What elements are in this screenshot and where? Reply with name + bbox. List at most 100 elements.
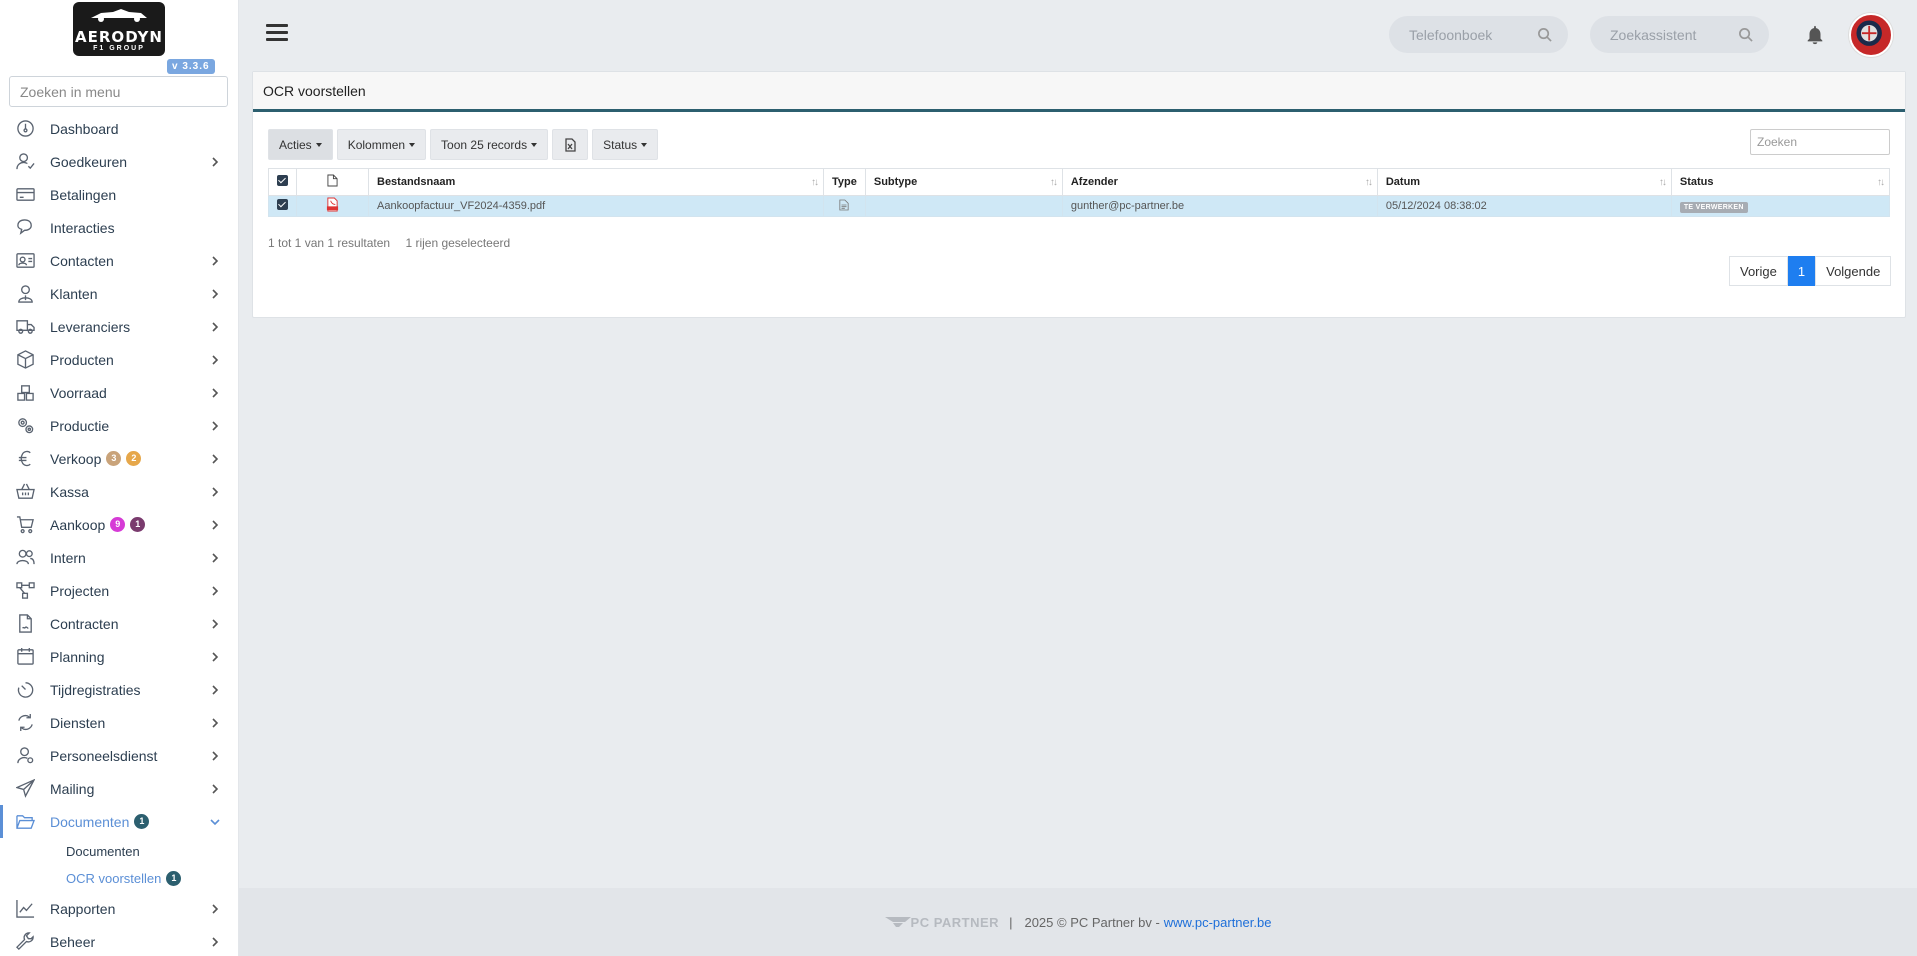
cart-icon	[15, 515, 35, 535]
columns-button[interactable]: Kolommen	[336, 129, 427, 160]
sidebar-subitem-ocr-voorstellen[interactable]: OCR voorstellen 1	[0, 865, 238, 892]
euro-icon	[15, 449, 35, 469]
logo-sub: F1 GROUP	[93, 45, 145, 52]
row-checkbox[interactable]	[277, 199, 288, 210]
sidebar-item-voorraad[interactable]: Voorraad	[0, 376, 238, 409]
phonebook-search[interactable]: Telefoonboek	[1389, 16, 1568, 53]
verkoop-badge-1: 3	[106, 451, 122, 466]
export-excel-button[interactable]	[552, 129, 589, 160]
sidebar-item-tijdregistraties[interactable]: Tijdregistraties	[0, 673, 238, 706]
sidebar-item-productie[interactable]: Productie	[0, 409, 238, 442]
chevron-right-icon	[209, 386, 221, 398]
sidebar-item-label: Kassa	[50, 483, 89, 500]
chevron-right-icon	[209, 584, 221, 596]
footer-separator: |	[1009, 914, 1013, 930]
sidebar-item-personeelsdienst[interactable]: Personeelsdienst	[0, 739, 238, 772]
assistant-search-placeholder: Zoekassistent	[1610, 26, 1697, 43]
footer-link[interactable]: www.pc-partner.be	[1164, 915, 1272, 930]
actions-button[interactable]: Acties	[268, 129, 333, 160]
col-type: Type	[823, 168, 866, 196]
col-afzender[interactable]: Afzender ↑↓	[1061, 168, 1378, 196]
sidebar-item-label: Productie	[50, 417, 110, 434]
sidebar-item-contracten[interactable]: Contracten	[0, 607, 238, 640]
menu-search-input[interactable]	[9, 76, 228, 107]
paper-plane-icon	[15, 779, 35, 799]
select-all-checkbox[interactable]	[277, 175, 288, 186]
next-page-button[interactable]: Volgende	[1815, 256, 1892, 286]
menu-toggle-icon[interactable]	[266, 24, 288, 44]
sidebar-item-betalingen[interactable]: Betalingen	[0, 178, 238, 211]
sidebar-item-projecten[interactable]: Projecten	[0, 574, 238, 607]
sidebar-item-beheer[interactable]: Beheer	[0, 925, 238, 956]
race-car-logo-icon	[91, 9, 147, 22]
prev-page-button[interactable]: Vorige	[1729, 256, 1788, 286]
assistant-search[interactable]: Zoekassistent	[1590, 16, 1769, 53]
sidebar-item-leveranciers[interactable]: Leveranciers	[0, 310, 238, 343]
sidebar-item-interacties[interactable]: Interacties	[0, 211, 238, 244]
sidebar-item-planning[interactable]: Planning	[0, 640, 238, 673]
row-sender: gunther@pc-partner.be	[1061, 195, 1378, 217]
sidebar-item-aankoop[interactable]: Aankoop 9 1	[0, 508, 238, 541]
users-icon	[15, 548, 35, 568]
status-filter-label: Status	[603, 137, 638, 152]
col-label: Afzender	[1070, 176, 1118, 188]
col-subtype[interactable]: Subtype ↑↓	[864, 168, 1063, 196]
show-records-button[interactable]: Toon 25 records	[430, 129, 549, 160]
sidebar-item-label: Rapporten	[50, 900, 116, 917]
sidebar-item-label: Diensten	[50, 714, 106, 731]
row-filetype-cell	[296, 195, 369, 217]
col-label: Bestandsnaam	[377, 176, 456, 188]
dashboard-icon	[15, 119, 35, 139]
bell-icon[interactable]	[1804, 24, 1826, 46]
sort-icon: ↑↓	[1877, 177, 1885, 188]
sidebar-item-label: Personeelsdienst	[50, 747, 158, 764]
col-bestandsnaam[interactable]: Bestandsnaam ↑↓	[368, 168, 824, 196]
actions-label: Acties	[279, 137, 312, 152]
sidebar-item-producten[interactable]: Producten	[0, 343, 238, 376]
row-filename[interactable]: Aankoopfactuur_VF2024-4359.pdf	[368, 195, 824, 217]
sidebar-item-diensten[interactable]: Diensten	[0, 706, 238, 739]
sidebar: AERODYN F1 GROUP v 3.3.6 Dashboard Goedk…	[0, 0, 239, 956]
chevron-right-icon	[209, 650, 221, 662]
avatar-emblem-icon	[1851, 15, 1887, 51]
aerodyn-logo[interactable]: AERODYN F1 GROUP	[73, 2, 165, 56]
sidebar-item-label: Contracten	[50, 615, 119, 632]
table-row[interactable]: Aankoopfactuur_VF2024-4359.pdf gunther@p…	[268, 195, 1891, 217]
truck-icon	[15, 317, 35, 337]
caret-down-icon	[409, 142, 416, 147]
sidebar-item-documenten[interactable]: Documenten 1	[0, 805, 238, 838]
sidebar-item-klanten[interactable]: Klanten	[0, 277, 238, 310]
chevron-down-icon	[209, 815, 221, 827]
document-icon	[839, 199, 850, 210]
chevron-right-icon	[209, 782, 221, 794]
user-check-icon	[15, 152, 35, 172]
sidebar-item-mailing[interactable]: Mailing	[0, 772, 238, 805]
page-1-button[interactable]: 1	[1787, 256, 1816, 286]
ocr-badge: 1	[166, 871, 182, 886]
sidebar-item-label: Leveranciers	[50, 318, 131, 335]
sidebar-item-intern[interactable]: Intern	[0, 541, 238, 574]
sidebar-item-label: Planning	[50, 648, 105, 665]
table-toolbar: Acties Kolommen Toon 25 records Status	[268, 129, 662, 160]
sidebar-subitem-documenten[interactable]: Documenten	[0, 838, 238, 865]
sidebar-item-label: Tijdregistraties	[50, 681, 141, 698]
col-label: Type	[832, 176, 857, 188]
card-title: OCR voorstellen	[253, 72, 1905, 112]
avatar[interactable]	[1849, 13, 1893, 57]
status-filter-button[interactable]: Status	[592, 129, 659, 160]
sidebar-item-dashboard[interactable]: Dashboard	[0, 112, 238, 145]
sidebar-item-contacten[interactable]: Contacten	[0, 244, 238, 277]
col-datum[interactable]: Datum ↑↓	[1376, 168, 1672, 196]
sidebar-item-label: Aankoop	[50, 516, 106, 533]
sidebar-item-kassa[interactable]: Kassa	[0, 475, 238, 508]
sidebar-item-rapporten[interactable]: Rapporten	[0, 892, 238, 925]
sidebar-item-verkoop[interactable]: Verkoop 3 2	[0, 442, 238, 475]
col-status[interactable]: Status ↑↓	[1670, 168, 1891, 196]
verkoop-badge-2: 2	[126, 451, 142, 466]
sidebar-item-goedkeuren[interactable]: Goedkeuren	[0, 145, 238, 178]
table-search-input[interactable]	[1750, 129, 1890, 155]
row-select-cell[interactable]	[268, 195, 297, 217]
pdf-icon	[326, 197, 339, 212]
sidebar-subitem-label: Documenten	[66, 844, 140, 859]
select-all-header[interactable]	[268, 168, 297, 196]
